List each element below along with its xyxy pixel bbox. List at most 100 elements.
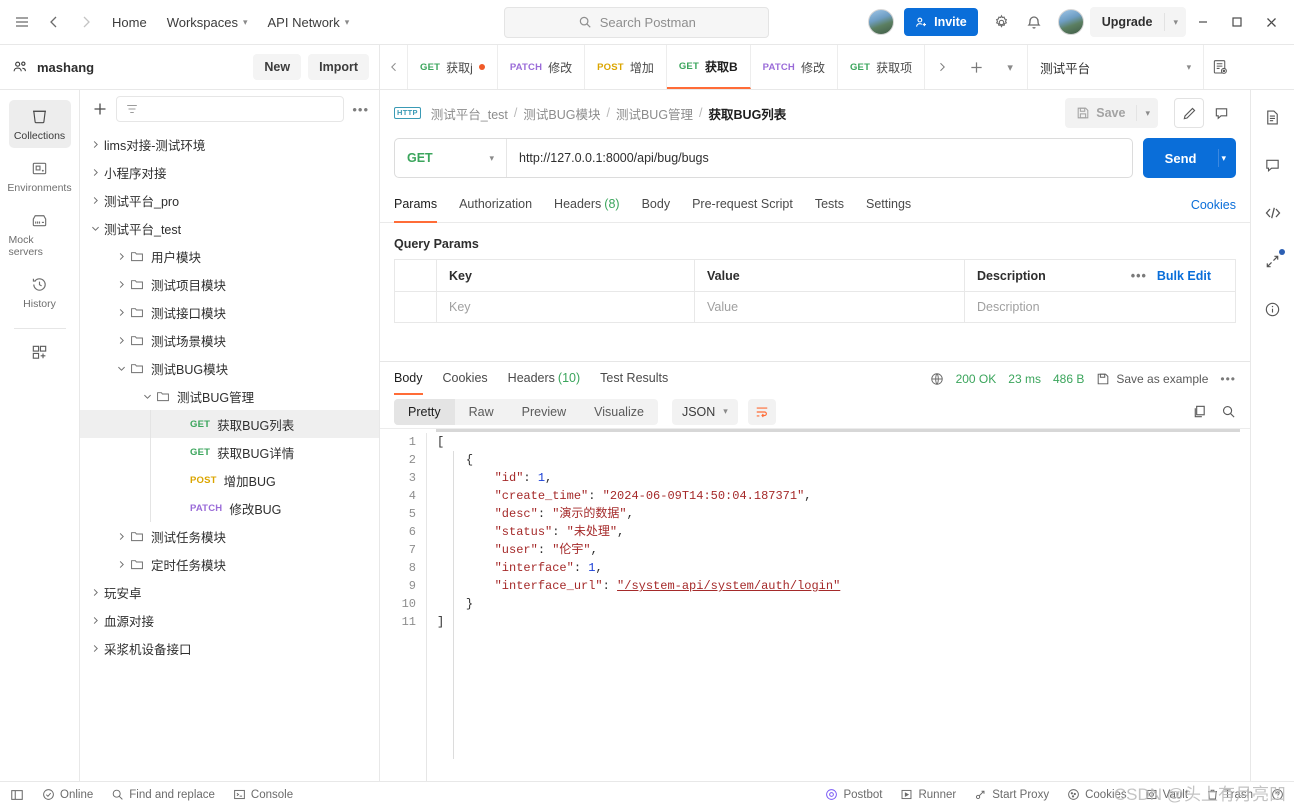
request-section-tab[interactable]: Headers (8) — [554, 187, 620, 223]
request-section-tab[interactable]: Params — [394, 187, 438, 223]
sidebar-toggle-icon[interactable] — [10, 788, 24, 802]
vault-button[interactable]: Vault — [1145, 788, 1188, 801]
status-online[interactable]: Online — [42, 788, 93, 801]
tree-request-item[interactable]: POST 增加BUG — [80, 466, 379, 494]
breadcrumb-item-folder[interactable]: 测试BUG模块 — [523, 104, 600, 123]
chevron-right-icon[interactable] — [86, 139, 104, 150]
console-button[interactable]: Console — [233, 788, 293, 801]
close-button[interactable] — [1254, 6, 1288, 38]
maximize-button[interactable] — [1220, 6, 1254, 38]
chevron-right-icon[interactable] — [86, 643, 104, 654]
send-options-chevron-icon[interactable]: ▾ — [1218, 149, 1236, 167]
runner-button[interactable]: Runner — [900, 788, 956, 801]
hamburger-icon[interactable] — [6, 6, 38, 38]
find-and-replace[interactable]: Find and replace — [111, 788, 215, 801]
tree-folder-item[interactable]: 测试BUG管理 — [80, 382, 379, 410]
workspaces-menu[interactable]: Workspaces ▾ — [157, 9, 258, 36]
trash-button[interactable]: Trash — [1206, 788, 1253, 801]
save-button[interactable]: Save — [1065, 106, 1136, 120]
save-chevron-down-icon[interactable]: ▾ — [1136, 105, 1158, 121]
breadcrumb-item-subfolder[interactable]: 测试BUG管理 — [616, 104, 693, 123]
tree-folder-item[interactable]: 测试项目模块 — [80, 270, 379, 298]
request-section-tab[interactable]: Authorization — [459, 187, 532, 223]
sidebar-add-icon[interactable] — [92, 101, 108, 117]
home-link[interactable]: Home — [102, 9, 157, 36]
request-section-tab[interactable]: Pre-request Script — [692, 187, 793, 223]
help-icon[interactable] — [1271, 788, 1284, 801]
tree-request-item[interactable]: GET 获取BUG详情 — [80, 438, 379, 466]
bulk-edit-link[interactable]: Bulk Edit — [1157, 269, 1211, 283]
comment-icon[interactable] — [1258, 150, 1288, 180]
sidebar-more-icon[interactable]: ••• — [352, 102, 369, 117]
chevron-right-icon[interactable] — [86, 587, 104, 598]
tree-folder-item[interactable]: 测试任务模块 — [80, 522, 379, 550]
response-view-mode[interactable]: Visualize — [580, 399, 658, 425]
search-input[interactable]: Search Postman — [504, 6, 770, 38]
param-value-input[interactable]: Value — [695, 292, 965, 322]
response-more-icon[interactable]: ••• — [1220, 372, 1236, 386]
chevron-right-icon[interactable] — [86, 615, 104, 626]
add-module-icon[interactable] — [26, 339, 53, 366]
response-view-mode[interactable]: Raw — [455, 399, 508, 425]
chevron-right-icon[interactable] — [112, 335, 130, 346]
tree-folder-item[interactable]: 测试BUG模块 — [80, 354, 379, 382]
row-checkbox-cell[interactable] — [395, 292, 437, 322]
new-tab-button[interactable] — [959, 45, 993, 89]
info-icon[interactable] — [1258, 294, 1288, 324]
tabs-scroll-left-icon[interactable] — [380, 45, 408, 89]
chevron-right-icon[interactable] — [112, 251, 130, 262]
forward-icon[interactable] — [70, 6, 102, 38]
wrap-lines-icon[interactable] — [747, 398, 776, 425]
chevron-right-icon[interactable] — [86, 195, 104, 206]
tree-folder-item[interactable]: 测试平台_test — [80, 214, 379, 242]
tree-folder-item[interactable]: 采浆机设备接口 — [80, 634, 379, 662]
response-format-selector[interactable]: JSON ▾ — [671, 398, 738, 425]
tree-folder-item[interactable]: 定时任务模块 — [80, 550, 379, 578]
save-as-example-button[interactable]: Save as example — [1096, 372, 1208, 386]
document-icon[interactable] — [1258, 102, 1288, 132]
chevron-down-icon[interactable] — [112, 363, 130, 374]
sidebar-item-history[interactable]: History — [9, 268, 71, 316]
back-icon[interactable] — [38, 6, 70, 38]
response-view-mode[interactable]: Pretty — [394, 398, 455, 425]
tree-folder-item[interactable]: 测试场景模块 — [80, 326, 379, 354]
bell-icon[interactable] — [1018, 6, 1050, 38]
sidebar-filter-input[interactable] — [116, 96, 345, 122]
send-button[interactable]: Send — [1143, 151, 1219, 166]
minimize-button[interactable] — [1186, 6, 1220, 38]
sidebar-item-mock-servers[interactable]: Mock servers — [9, 204, 71, 264]
chevron-right-icon[interactable] — [112, 531, 130, 542]
chevron-right-icon[interactable] — [86, 167, 104, 178]
request-tab[interactable]: POST 增加 — [585, 45, 667, 89]
postbot-button[interactable]: Postbot — [825, 788, 882, 801]
sidebar-item-environments[interactable]: Environments — [7, 152, 72, 200]
user-avatar[interactable] — [1057, 9, 1084, 35]
chevron-right-icon[interactable] — [112, 307, 130, 318]
chevron-right-icon[interactable] — [112, 559, 130, 570]
upgrade-button[interactable]: Upgrade — [1090, 15, 1165, 29]
tree-folder-item[interactable]: 小程序对接 — [80, 158, 379, 186]
tabs-dropdown-icon[interactable]: ▾ — [993, 45, 1027, 89]
tabs-scroll-right-icon[interactable] — [925, 45, 959, 89]
cookies-button[interactable]: Cookies — [1067, 788, 1127, 801]
copy-icon[interactable] — [1192, 404, 1207, 419]
code-content[interactable]: [ { "id": 1, "create_time": "2024-06-09T… — [426, 433, 1250, 781]
request-tab[interactable]: PATCH 修改 — [498, 45, 586, 89]
environment-quick-look-icon[interactable] — [1203, 45, 1237, 89]
params-more-icon[interactable]: ••• — [1131, 269, 1147, 283]
import-button[interactable]: Import — [308, 54, 369, 80]
tree-request-item[interactable]: GET 获取BUG列表 — [80, 410, 379, 438]
upgrade-chevron-down-icon[interactable]: ▾ — [1164, 13, 1186, 31]
settings-icon[interactable] — [986, 6, 1018, 38]
request-tab[interactable]: GET 获取项 — [838, 45, 926, 89]
request-section-tab[interactable]: Settings — [866, 187, 911, 223]
response-section-tab[interactable]: Cookies — [443, 362, 488, 395]
tree-folder-item[interactable]: 测试接口模块 — [80, 298, 379, 326]
api-network-menu[interactable]: API Network ▾ — [258, 9, 360, 36]
response-section-tab[interactable]: Headers (10) — [508, 362, 580, 395]
tree-folder-item[interactable]: 血源对接 — [80, 606, 379, 634]
request-tab[interactable]: GET 获取j — [408, 45, 498, 89]
chevron-down-icon[interactable] — [138, 391, 156, 402]
team-avatar[interactable] — [868, 9, 895, 35]
param-key-input[interactable]: Key — [437, 292, 695, 322]
